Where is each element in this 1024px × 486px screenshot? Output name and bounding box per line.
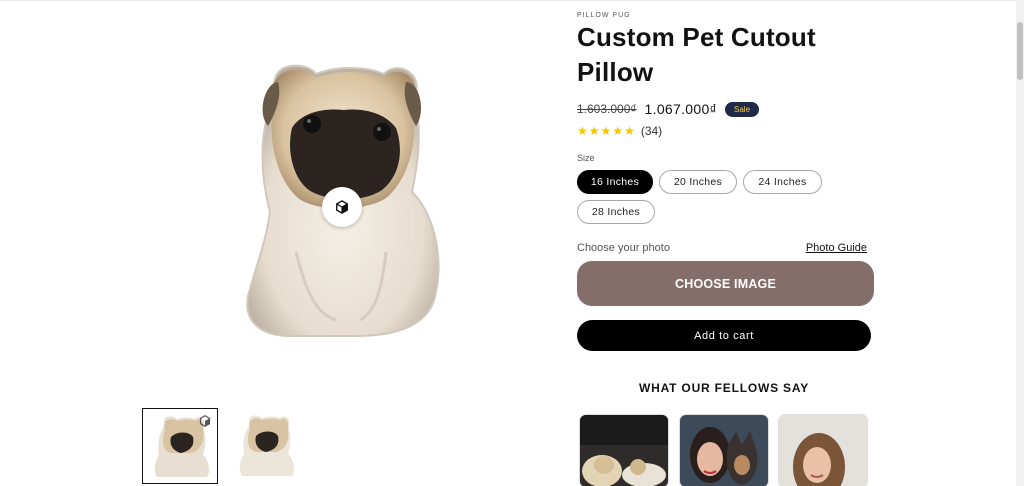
review-card[interactable] (579, 414, 669, 486)
regular-price: 1.603.000₫ (577, 102, 637, 116)
size-option-24[interactable]: 24 Inches (743, 170, 822, 194)
star-icon: ★ (577, 124, 588, 138)
star-icon: ★ (612, 124, 624, 138)
header-divider (0, 0, 1016, 1)
thumbnail-photo[interactable] (228, 408, 304, 484)
product-vendor: PILLOW PUG (577, 12, 631, 19)
product-title: Custom Pet Cutout Pillow (577, 22, 816, 87)
size-label: Size (577, 153, 595, 163)
rating-summary[interactable]: ★ ★ ★ ★ ★ (34) (577, 124, 662, 138)
3d-model-icon (199, 415, 211, 427)
add-to-cart-button[interactable]: Add to cart (577, 320, 871, 351)
3d-model-button[interactable] (322, 187, 362, 227)
page-scrollbar[interactable] (1016, 0, 1024, 486)
star-rating: ★ ★ ★ ★ ★ (577, 124, 635, 138)
star-icon: ★ (624, 124, 635, 138)
size-option-20[interactable]: 20 Inches (659, 170, 737, 194)
reviews-heading: WHAT OUR FELLOWS SAY (639, 381, 809, 395)
review-card[interactable] (778, 414, 868, 486)
thumbnail-3d-model[interactable] (142, 408, 218, 484)
price-row: 1.603.000₫ 1.067.000₫ Sale (577, 99, 760, 119)
sale-badge: Sale (725, 101, 760, 117)
scrollbar-thumb[interactable] (1017, 22, 1023, 80)
review-count: (34) (640, 124, 663, 138)
size-option-16[interactable]: 16 Inches (577, 170, 653, 194)
review-card[interactable] (679, 414, 769, 486)
star-icon: ★ (588, 124, 600, 138)
star-icon: ★ (600, 124, 612, 138)
photo-upload-row: Choose your photo Photo Guide (577, 242, 867, 254)
size-option-28[interactable]: 28 Inches (577, 200, 655, 224)
3d-model-icon (336, 200, 348, 214)
sale-price: 1.067.000₫ (644, 101, 718, 117)
choose-image-button[interactable]: CHOOSE IMAGE (577, 261, 874, 306)
photo-guide-link[interactable]: Photo Guide (806, 242, 867, 254)
choose-photo-label: Choose your photo (577, 242, 670, 254)
